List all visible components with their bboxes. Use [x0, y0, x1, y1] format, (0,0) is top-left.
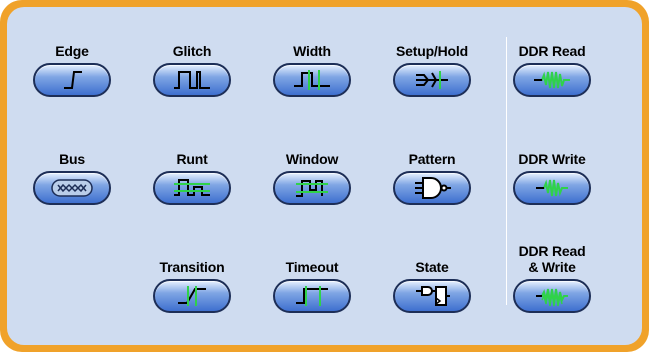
pattern-label: Pattern [408, 151, 456, 167]
state-button[interactable] [393, 279, 471, 313]
state-label: State [415, 259, 449, 275]
window-button[interactable] [273, 171, 351, 205]
ddr-read-write-trigger: DDR Read & Write [490, 229, 614, 318]
ddr-read-write-button[interactable] [513, 279, 591, 313]
pattern-trigger-icon [415, 177, 451, 199]
window-trigger-icon [296, 180, 328, 197]
timeout-label: Timeout [285, 259, 339, 275]
width-button[interactable] [273, 63, 351, 97]
edge-trigger: Edge [10, 29, 134, 102]
trigger-type-panel: Edge Glitch Width Setup/Hold DDR Read Bu… [0, 0, 649, 352]
bus-button[interactable] [33, 171, 111, 205]
ddr-read-label: DDR Read [518, 43, 586, 59]
width-trigger-icon [294, 70, 330, 90]
trigger-grid: Edge Glitch Width Setup/Hold DDR Read Bu… [7, 7, 642, 345]
bus-trigger-icon [51, 179, 93, 197]
runt-label: Runt [176, 151, 208, 167]
transition-trigger: Transition [130, 245, 254, 318]
ddr-read-write-trigger-icon [536, 288, 568, 307]
edge-trigger-icon [64, 71, 82, 89]
setup-hold-button[interactable] [393, 63, 471, 97]
pattern-button[interactable] [393, 171, 471, 205]
timeout-trigger: Timeout [250, 245, 374, 318]
runt-trigger: Runt [130, 137, 254, 210]
glitch-trigger-icon [174, 71, 210, 89]
state-trigger-icon [416, 286, 450, 306]
timeout-button[interactable] [273, 279, 351, 313]
glitch-label: Glitch [172, 43, 212, 59]
ddr-write-trigger: DDR Write [490, 137, 614, 210]
ddr-write-trigger-icon [536, 179, 568, 197]
setup-hold-trigger: Setup/Hold [370, 29, 494, 102]
ddr-read-write-label: DDR Read & Write [518, 243, 586, 275]
pattern-trigger: Pattern [370, 137, 494, 210]
window-label: Window [285, 151, 339, 167]
window-trigger: Window [250, 137, 374, 210]
edge-label: Edge [55, 43, 89, 59]
transition-button[interactable] [153, 279, 231, 313]
ddr-write-button[interactable] [513, 171, 591, 205]
glitch-trigger: Glitch [130, 29, 254, 102]
transition-label: Transition [159, 259, 225, 275]
width-label: Width [293, 43, 331, 59]
glitch-button[interactable] [153, 63, 231, 97]
setup-hold-trigger-icon [416, 71, 448, 89]
runt-button[interactable] [153, 171, 231, 205]
setup-hold-label: Setup/Hold [396, 43, 468, 59]
timeout-trigger-icon [296, 286, 328, 306]
ddr-read-trigger-icon [534, 71, 570, 89]
width-trigger: Width [250, 29, 374, 102]
transition-trigger-icon [178, 286, 206, 306]
bus-label: Bus [59, 151, 85, 167]
runt-trigger-icon [174, 179, 210, 196]
ddr-read-button[interactable] [513, 63, 591, 97]
ddr-write-label: DDR Write [518, 151, 586, 167]
edge-button[interactable] [33, 63, 111, 97]
ddr-read-trigger: DDR Read [490, 29, 614, 102]
state-trigger: State [370, 245, 494, 318]
bus-trigger: Bus [10, 137, 134, 210]
